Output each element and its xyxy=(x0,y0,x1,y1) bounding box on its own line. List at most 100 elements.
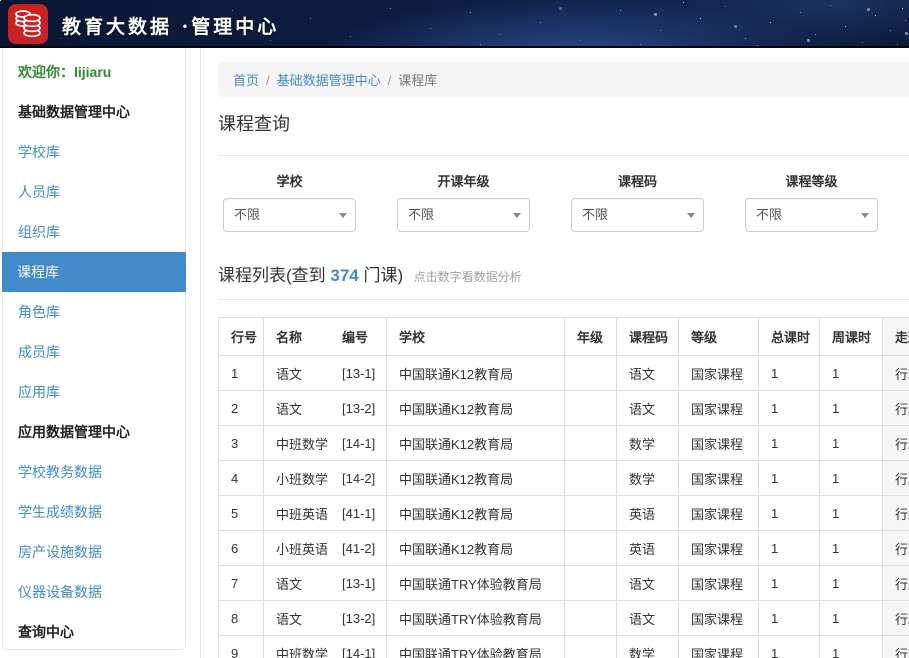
table-cell: 1 xyxy=(820,356,883,391)
table-cell: 数学 xyxy=(617,636,679,658)
table-cell: 语文 xyxy=(617,356,679,391)
course-code-filter-label: 课程码 xyxy=(571,173,704,191)
table-cell: 行政班 xyxy=(883,461,909,496)
table-cell xyxy=(565,496,617,531)
table-cell: 行政班 xyxy=(883,566,909,601)
table-cell: 中班数学 xyxy=(264,426,330,461)
breadcrumb-link-基础数据管理中心[interactable]: 基础数据管理中心 xyxy=(277,73,381,88)
table-cell: 1 xyxy=(820,636,883,658)
column-header-等级: 等级 xyxy=(679,318,759,356)
table-cell: 1 xyxy=(820,461,883,496)
start-grade-filter-group: 开课年级不限 xyxy=(397,173,530,232)
caret-down-icon xyxy=(687,213,695,218)
sidebar-item-应用库[interactable]: 应用库 xyxy=(3,372,185,412)
table-cell: 中国联通K12教育局 xyxy=(387,426,565,461)
table-header-row: 行号名称编号学校年级课程码等级总课时周课时走班 xyxy=(219,318,909,356)
table-cell: 小班数学 xyxy=(264,461,330,496)
sidebar: 欢迎你：lijiaru基础数据管理中心学校库人员库组织库课程库角色库成员库应用库… xyxy=(2,48,186,650)
sidebar-item-角色库[interactable]: 角色库 xyxy=(3,292,185,332)
sidebar-item-课程库[interactable]: 课程库 xyxy=(2,252,186,292)
course-level-filter[interactable]: 不限 xyxy=(745,198,878,232)
app-logo[interactable] xyxy=(8,4,48,44)
course-level-filter-label: 课程等级 xyxy=(745,173,878,191)
caret-down-icon xyxy=(339,213,347,218)
school-filter[interactable]: 不限 xyxy=(223,198,356,232)
table-cell: 数学 xyxy=(617,426,679,461)
table-cell: 行政班 xyxy=(883,531,909,566)
column-header-走班: 走班 xyxy=(883,318,909,356)
sidebar-item-房产设施数据[interactable]: 房产设施数据 xyxy=(3,532,185,572)
table-cell: 1 xyxy=(759,496,820,531)
table-row: 9中班数学[14-1]中国联通TRY体验教育局数学国家课程11行政班 xyxy=(219,636,909,658)
table-cell: 语文 xyxy=(617,566,679,601)
table-cell: [14-2] xyxy=(330,461,387,496)
caret-down-icon xyxy=(861,213,869,218)
table-row: 3中班数学[14-1]中国联通K12教育局数学国家课程11行政班 xyxy=(219,426,909,461)
start-grade-filter-label: 开课年级 xyxy=(397,173,530,191)
sidebar-item-学生成绩数据[interactable]: 学生成绩数据 xyxy=(3,492,185,532)
course-table: 行号名称编号学校年级课程码等级总课时周课时走班1语文[13-1]中国联通K12教… xyxy=(218,317,909,658)
table-cell: [14-1] xyxy=(330,426,387,461)
table-row: 1语文[13-1]中国联通K12教育局语文国家课程11行政班 xyxy=(219,356,909,391)
list-hint: 点击数字看数据分析 xyxy=(414,270,522,284)
table-cell xyxy=(565,391,617,426)
table-cell: 1 xyxy=(759,426,820,461)
course-code-filter[interactable]: 不限 xyxy=(571,198,704,232)
sidebar-item-成员库[interactable]: 成员库 xyxy=(3,332,185,372)
table-cell: 9 xyxy=(219,636,264,658)
breadcrumb-link-首页[interactable]: 首页 xyxy=(233,73,259,88)
table-cell: 国家课程 xyxy=(679,461,759,496)
app-title: 教育大数据 ·管理中心 xyxy=(62,12,279,39)
table-cell: 行政班 xyxy=(883,426,909,461)
table-cell xyxy=(565,461,617,496)
table-cell: 国家课程 xyxy=(679,566,759,601)
table-cell: 7 xyxy=(219,566,264,601)
table-cell: 国家课程 xyxy=(679,601,759,636)
database-logo-icon xyxy=(8,4,48,44)
table-cell: 行政班 xyxy=(883,496,909,531)
table-cell xyxy=(565,531,617,566)
table-cell: 国家课程 xyxy=(679,391,759,426)
sidebar-item-学校教务数据[interactable]: 学校教务数据 xyxy=(3,452,185,492)
table-cell: 1 xyxy=(759,601,820,636)
list-title-suffix: 门课) xyxy=(359,266,403,285)
app-header: 教育大数据 ·管理中心 xyxy=(0,0,909,48)
table-cell: 1 xyxy=(759,461,820,496)
column-header-周课时: 周课时 xyxy=(820,318,883,356)
table-cell: 国家课程 xyxy=(679,356,759,391)
table-cell: 中国联通K12教育局 xyxy=(387,496,565,531)
sidebar-item-人员库[interactable]: 人员库 xyxy=(3,172,185,212)
start-grade-filter[interactable]: 不限 xyxy=(397,198,530,232)
course-count-link[interactable]: 374 xyxy=(330,266,358,285)
table-cell: [14-1] xyxy=(330,636,387,658)
table-cell xyxy=(565,356,617,391)
breadcrumb-separator: / xyxy=(266,73,270,88)
sidebar-item-section-查询中心[interactable]: 查询中心 xyxy=(3,612,185,652)
sidebar-item-仪器设备数据[interactable]: 仪器设备数据 xyxy=(3,572,185,612)
sidebar-item-组织库[interactable]: 组织库 xyxy=(3,212,185,252)
table-cell: 3 xyxy=(219,426,264,461)
table-cell: [13-2] xyxy=(330,601,387,636)
column-header-年级: 年级 xyxy=(565,318,617,356)
table-cell: 1 xyxy=(820,426,883,461)
course-level-filter-group: 课程等级不限 xyxy=(745,173,878,232)
list-title-prefix: 课程列表(查到 xyxy=(218,266,330,285)
caret-down-icon xyxy=(513,213,521,218)
table-cell: 1 xyxy=(820,531,883,566)
table-cell: 5 xyxy=(219,496,264,531)
column-header-总课时: 总课时 xyxy=(759,318,820,356)
table-cell: 国家课程 xyxy=(679,496,759,531)
sidebar-item-section-应用数据管理中心[interactable]: 应用数据管理中心 xyxy=(3,412,185,452)
sidebar-item-section-基础数据管理中心[interactable]: 基础数据管理中心 xyxy=(3,92,185,132)
table-cell: 中班数学 xyxy=(264,636,330,658)
breadcrumb-separator: / xyxy=(388,73,392,88)
table-cell: 中班英语 xyxy=(264,496,330,531)
table-cell: 1 xyxy=(820,496,883,531)
table-cell: 中国联通K12教育局 xyxy=(387,531,565,566)
table-cell: [13-1] xyxy=(330,356,387,391)
table-cell: [41-1] xyxy=(330,496,387,531)
table-cell: [41-2] xyxy=(330,531,387,566)
table-cell: 语文 xyxy=(264,356,330,391)
sidebar-item-学校库[interactable]: 学校库 xyxy=(3,132,185,172)
table-cell: 国家课程 xyxy=(679,426,759,461)
